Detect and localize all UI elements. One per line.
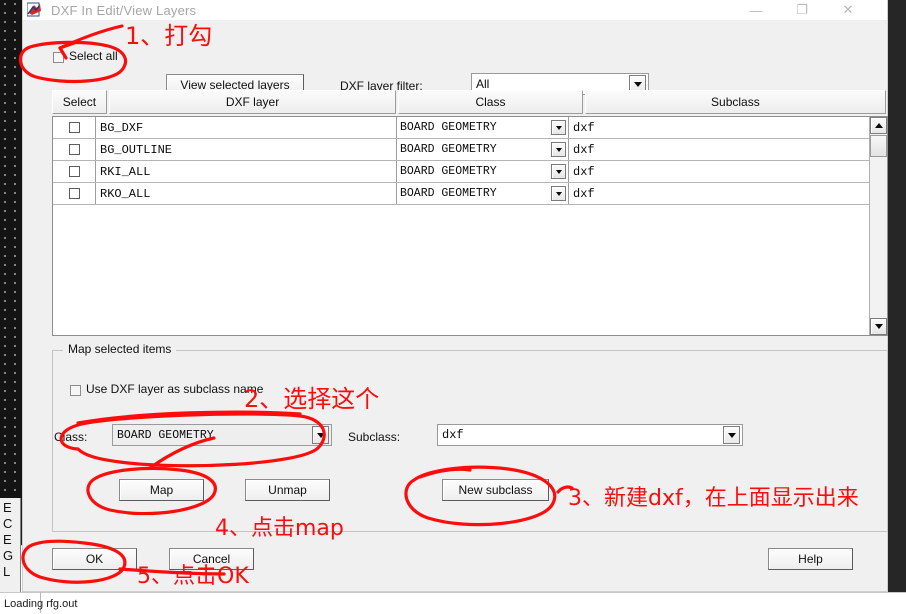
annotation-step-3: 3、新建dxf，在上面显示出来 — [568, 486, 859, 511]
column-header-subclass[interactable]: Subclass — [584, 90, 886, 114]
background-letter: L — [3, 564, 11, 579]
row-subclass-value: dxf — [569, 183, 865, 204]
window-controls: — ❐ ✕ — [733, 0, 871, 20]
annotation-step-1: 1、打勾 — [125, 22, 213, 50]
table-row[interactable]: RKO_ALL BOARD GEOMETRY dxf — [53, 183, 887, 205]
subclass-label: Subclass: — [348, 430, 401, 444]
chevron-down-icon[interactable] — [312, 426, 329, 444]
row-select-cell[interactable] — [53, 161, 96, 182]
background-letter: E — [3, 532, 12, 547]
map-selected-items-legend: Map selected items — [63, 342, 177, 356]
background-letter: E — [3, 500, 12, 515]
row-class-value: BOARD GEOMETRY — [400, 187, 497, 200]
table-row[interactable]: BG_DXF BOARD GEOMETRY dxf — [53, 117, 887, 139]
status-text: Loading rfg.out — [4, 598, 78, 610]
unmap-button[interactable]: Unmap — [245, 479, 330, 501]
row-class-cell[interactable]: BOARD GEOMETRY — [397, 139, 569, 160]
use-dxf-layer-as-subclass-checkbox[interactable] — [70, 385, 81, 396]
dxf-layer-filter-value: All — [476, 77, 490, 91]
maximize-icon[interactable]: ❐ — [779, 0, 825, 20]
layer-table-body[interactable]: BG_DXF BOARD GEOMETRY dxf BG_OUTLINE BOA… — [52, 116, 888, 336]
ok-button[interactable]: OK — [52, 548, 137, 570]
select-all-label: Select all — [69, 49, 118, 63]
background-letter: C — [3, 516, 13, 531]
row-layer-name: RKO_ALL — [96, 183, 397, 204]
annotation-step-2: 2、选择这个 — [244, 385, 380, 413]
row-subclass-value: dxf — [569, 161, 865, 182]
class-combobox[interactable]: BOARD GEOMETRY — [112, 424, 332, 446]
chevron-down-icon[interactable] — [551, 164, 566, 179]
row-select-cell[interactable] — [53, 139, 96, 160]
chevron-down-icon[interactable] — [723, 426, 740, 444]
row-class-cell[interactable]: BOARD GEOMETRY — [397, 161, 569, 182]
row-class-cell[interactable]: BOARD GEOMETRY — [397, 183, 569, 204]
scroll-up-icon[interactable] — [870, 117, 887, 134]
new-subclass-button[interactable]: New subclass — [442, 479, 549, 501]
close-icon[interactable]: ✕ — [825, 0, 871, 20]
chevron-down-icon[interactable] — [551, 142, 566, 157]
select-all-checkbox[interactable] — [53, 52, 64, 63]
layer-table-scrollbar[interactable] — [869, 117, 887, 335]
row-class-value: BOARD GEOMETRY — [400, 121, 497, 134]
row-class-value: BOARD GEOMETRY — [400, 143, 497, 156]
background-dotted-rail — [0, 0, 22, 498]
row-class-value: BOARD GEOMETRY — [400, 165, 497, 178]
row-checkbox[interactable] — [68, 144, 80, 155]
chevron-down-icon[interactable] — [551, 120, 566, 135]
subclass-combobox[interactable]: dxf — [437, 424, 743, 446]
subclass-value: dxf — [442, 428, 464, 442]
row-checkbox[interactable] — [68, 188, 80, 199]
dxf-app-icon — [26, 2, 43, 18]
background-letter: G — [3, 548, 14, 563]
chevron-down-icon[interactable] — [551, 186, 566, 201]
column-header-class[interactable]: Class — [398, 90, 583, 114]
map-button[interactable]: Map — [119, 479, 204, 501]
row-subclass-value: dxf — [569, 139, 865, 160]
background-left-letter-column: E C E G L — [0, 498, 21, 598]
table-row[interactable]: RKI_ALL BOARD GEOMETRY dxf — [53, 161, 887, 183]
column-header-dxf-layer[interactable]: DXF layer — [108, 90, 397, 114]
scroll-down-icon[interactable] — [870, 318, 887, 335]
row-select-cell[interactable] — [53, 117, 96, 138]
class-value: BOARD GEOMETRY — [117, 428, 214, 442]
minimize-icon[interactable]: — — [733, 0, 779, 20]
layer-table-header: Select DXF layer Class Subclass — [52, 90, 888, 114]
class-label: Class: — [54, 430, 88, 444]
scrollbar-thumb[interactable] — [870, 135, 887, 157]
use-dxf-layer-as-subclass-label: Use DXF layer as subclass name — [86, 382, 264, 396]
row-subclass-value: dxf — [569, 117, 865, 138]
annotation-step-4: 4、点击map — [215, 516, 344, 541]
column-header-select[interactable]: Select — [52, 90, 107, 114]
annotation-step-5: 5、点击OK — [137, 564, 249, 589]
row-layer-name: RKI_ALL — [96, 161, 397, 182]
help-button[interactable]: Help — [768, 548, 853, 570]
row-layer-name: BG_DXF — [96, 117, 397, 138]
row-checkbox[interactable] — [68, 122, 80, 133]
row-class-cell[interactable]: BOARD GEOMETRY — [397, 117, 569, 138]
row-select-cell[interactable] — [53, 183, 96, 204]
row-layer-name: BG_OUTLINE — [96, 139, 397, 160]
table-row[interactable]: BG_OUTLINE BOARD GEOMETRY dxf — [53, 139, 887, 161]
background-status-bar — [0, 592, 906, 614]
row-checkbox[interactable] — [68, 166, 80, 177]
